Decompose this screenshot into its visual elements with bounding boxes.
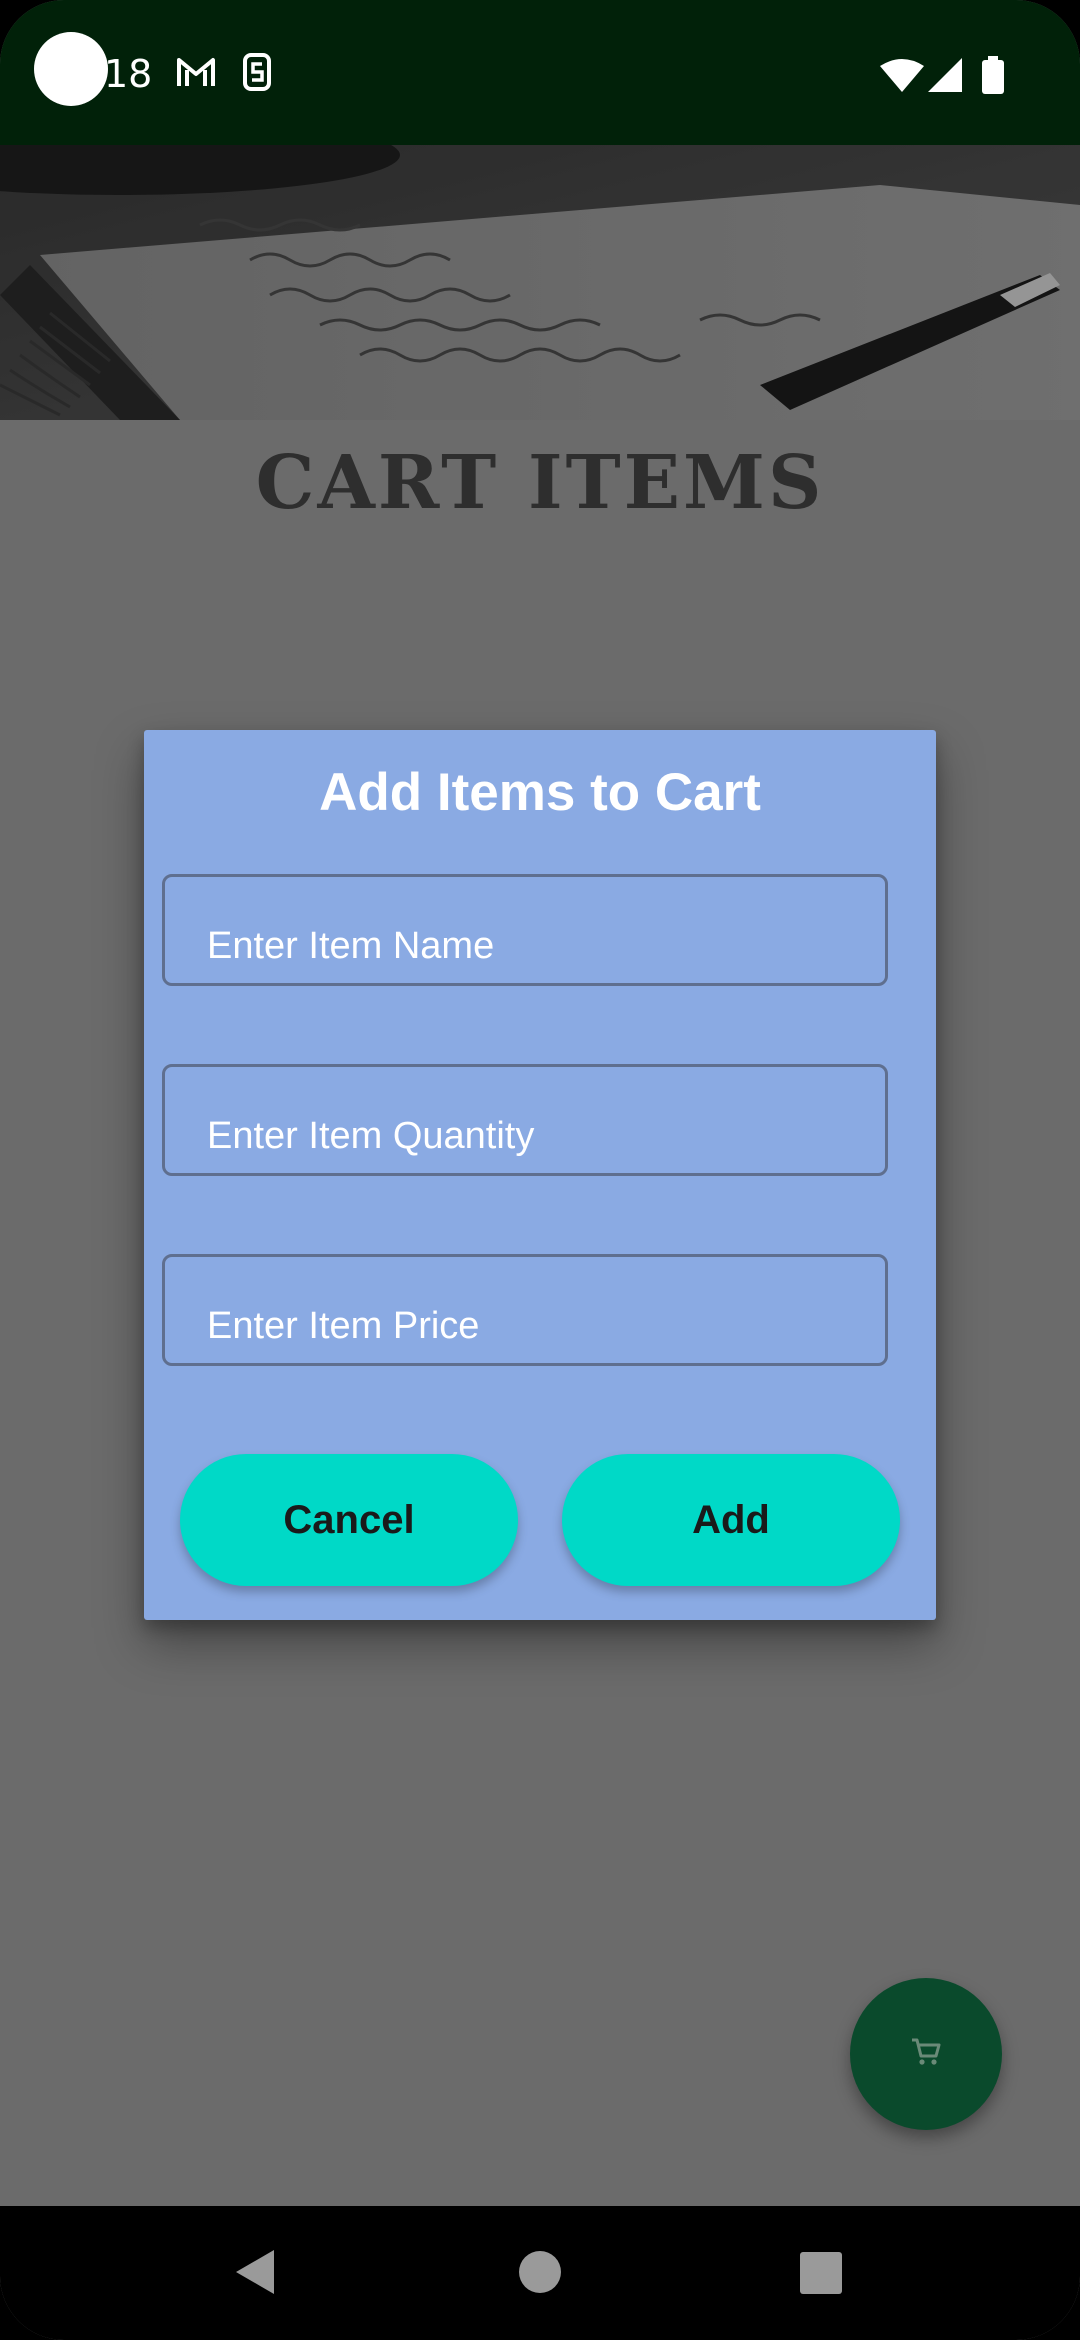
battery-icon (982, 56, 1004, 99)
page-title: CART ITEMS (255, 440, 825, 526)
recents-icon[interactable] (800, 2252, 842, 2299)
item-price-field[interactable]: Enter Item Price (162, 1254, 888, 1366)
wifi-icon (880, 58, 924, 99)
status-bar: 18 (0, 0, 1080, 145)
cancel-button[interactable]: Cancel (180, 1454, 518, 1586)
item-price-placeholder: Enter Item Price (207, 1305, 480, 1347)
home-icon[interactable] (518, 2250, 562, 2299)
item-name-placeholder: Enter Item Name (207, 925, 495, 967)
navigation-bar (0, 2206, 1080, 2340)
app-screen: 18 CART ITEMS Add Items to Cart Enter It… (0, 0, 1080, 2340)
item-quantity-placeholder: Enter Item Quantity (207, 1115, 535, 1157)
dialog-title: Add Items to Cart (319, 763, 761, 822)
cart-icon (911, 2038, 941, 2071)
header-image (0, 145, 1080, 420)
add-items-dialog: Add Items to Cart Enter Item Name Enter … (144, 730, 936, 1620)
back-icon[interactable] (234, 2248, 276, 2301)
status-time: 18 (104, 52, 153, 96)
notification-s-icon (242, 52, 272, 97)
item-quantity-field[interactable]: Enter Item Quantity (162, 1064, 888, 1176)
camera-cutout (34, 32, 108, 106)
cart-fab-button[interactable] (850, 1978, 1002, 2130)
item-name-field[interactable]: Enter Item Name (162, 874, 888, 986)
add-button[interactable]: Add (562, 1454, 900, 1586)
signal-icon (928, 58, 964, 99)
gmail-icon (176, 56, 216, 93)
